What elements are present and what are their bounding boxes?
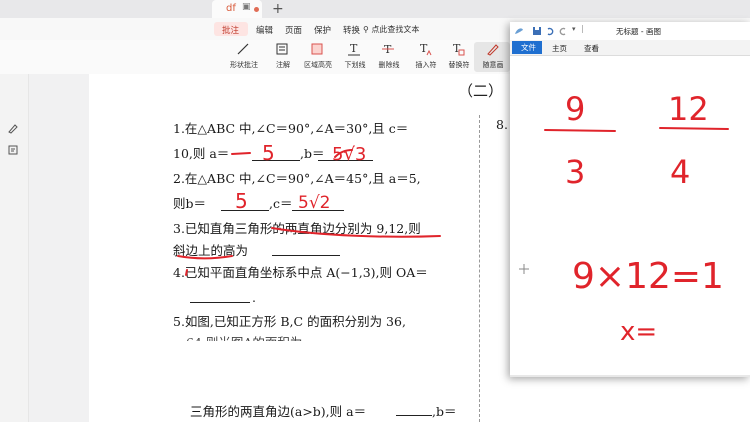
paint-fraction-line-left-1 (544, 129, 616, 132)
paint-title: 无标题 - 画图 (616, 27, 661, 36)
paint-title-bar: ▾ | 无标题 - 画图 (510, 22, 750, 40)
paint-ink-layer: 9 12 3 4 9×12=1 x= (519, 90, 729, 347)
paint-status-bar (510, 375, 750, 377)
ink-underline-legs (271, 227, 441, 238)
paint-x-equals: x= (620, 317, 657, 347)
quick-access-dropdown-icon[interactable]: ▾ (572, 25, 576, 33)
paint-ribbon-tabs (510, 40, 750, 56)
ink-mark-4 (185, 269, 188, 276)
title-separator: | (581, 24, 584, 33)
ink-underline-height (177, 255, 233, 260)
ink-answer-2b: 5√2 (298, 193, 330, 213)
paint-equation: 9×12=1 (572, 256, 724, 297)
paint-row1-left: 9 (565, 90, 585, 128)
save-icon[interactable] (532, 26, 542, 36)
ink-answer-1b: 5√3 (332, 144, 366, 165)
ink-underline-a (231, 152, 251, 155)
redo-icon[interactable] (558, 26, 568, 36)
paint-app-icon (515, 28, 523, 34)
crosshair-cursor-icon (519, 264, 529, 274)
paint-row1-right: 12 (668, 90, 709, 128)
paint-row2-left: 3 (565, 153, 585, 191)
paint-tab-view[interactable]: 查看 (584, 43, 599, 54)
undo-icon[interactable] (545, 26, 555, 36)
paint-tab-file[interactable]: 文件 (512, 41, 542, 54)
paint-fraction-line-right-1 (659, 127, 729, 130)
paint-row2-right: 4 (670, 153, 690, 191)
paint-tab-home[interactable]: 主页 (552, 43, 567, 54)
ink-answer-2a: 5 (235, 189, 248, 213)
ink-answer-1a: 5 (262, 141, 275, 165)
paint-tab-file-label: 文件 (521, 43, 536, 52)
